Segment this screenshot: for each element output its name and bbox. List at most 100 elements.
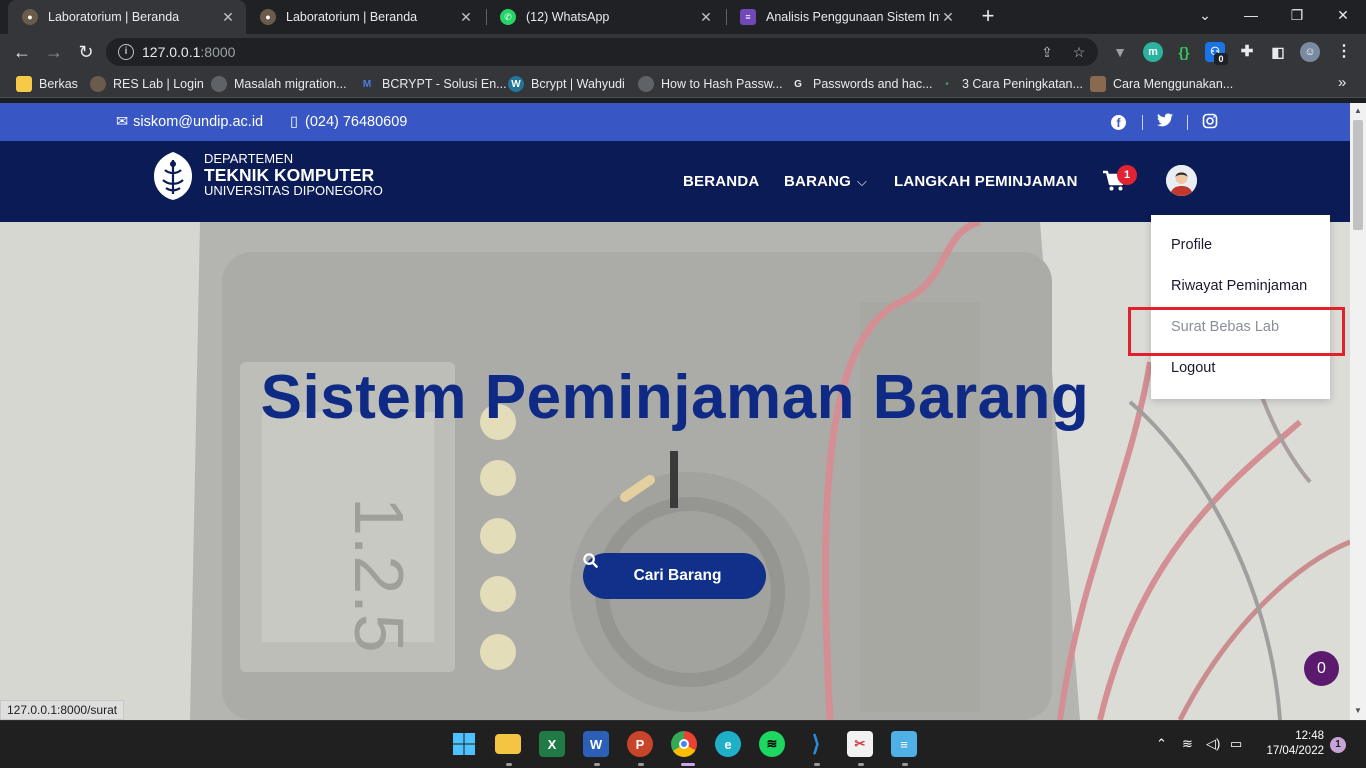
vscode-icon[interactable]: ⟩ [803, 731, 829, 757]
close-tab-icon[interactable]: ✕ [458, 9, 474, 26]
twitter-icon[interactable] [1156, 113, 1174, 131]
menu-item-profile[interactable]: Profile [1171, 237, 1212, 253]
more-bookmarks-chevron[interactable]: » [1338, 74, 1346, 91]
bookmark-label: 3 Cara Peningkatan... [962, 77, 1083, 91]
browser-toolbar: ← → ↻ i 127.0.0.1:8000 ⇪ ☆ ▼ m {} ⚇ 0 ✚ … [0, 34, 1366, 70]
bookmark-passwords-hac[interactable]: G Passwords and hac... [790, 76, 933, 92]
globe-icon [638, 76, 654, 92]
menu-item-riwayat-peminjaman[interactable]: Riwayat Peminjaman [1171, 278, 1307, 294]
link-status-bubble: 127.0.0.1:8000/surat [0, 700, 125, 720]
powerpoint-icon[interactable]: P [627, 731, 653, 757]
search-items-button[interactable]: Cari Barang [583, 553, 766, 599]
restore-button[interactable]: ❐ [1274, 0, 1320, 30]
new-tab-button[interactable]: + [976, 4, 1000, 28]
tab-analisis[interactable]: ≡ Analisis Penggunaan Sistem Infra ✕ [726, 0, 966, 34]
running-app-indicator [638, 763, 644, 766]
clock-time: 12:48 [1295, 730, 1324, 742]
running-app-indicator [594, 763, 600, 766]
spotify-icon[interactable]: ≋ [759, 731, 785, 757]
url-text: 127.0.0.1:8000 [142, 44, 235, 60]
close-window-button[interactable]: ✕ [1320, 0, 1366, 30]
file-explorer-icon[interactable] [495, 734, 521, 754]
nav-beranda[interactable]: BERANDA [683, 173, 759, 190]
bookmark-masalah-migration[interactable]: Masalah migration... [211, 76, 347, 92]
snipping-tool-icon[interactable]: ✂ [847, 731, 873, 757]
phone-contact[interactable]: ▯ (024) 76480609 [290, 114, 407, 130]
close-tab-icon[interactable]: ✕ [940, 9, 956, 26]
bookmark-label: RES Lab | Login [113, 77, 204, 91]
tray-overflow-chevron-icon[interactable]: ⌃ [1156, 736, 1167, 752]
social-divider [1142, 115, 1143, 130]
menu-kebab-icon[interactable]: ⋮ [1334, 42, 1354, 62]
bookmark-3-cara[interactable]: • 3 Cara Peningkatan... [939, 76, 1083, 92]
hero-title: Sistem Peminjaman Barang [260, 363, 1090, 432]
excel-icon[interactable]: X [539, 731, 565, 757]
bookmark-bcrypt-solusi[interactable]: M BCRYPT - Solusi En... [359, 76, 507, 92]
scroll-down-arrow-icon[interactable]: ▼ [1354, 707, 1362, 715]
bookmark-label: How to Hash Passw... [661, 77, 783, 91]
menu-item-logout[interactable]: Logout [1171, 360, 1215, 376]
social-divider [1187, 115, 1188, 130]
page-scrollbar[interactable]: ▲ ▼ [1350, 103, 1366, 720]
scroll-up-arrow-icon[interactable]: ▲ [1354, 107, 1362, 115]
notepad-icon[interactable]: ≡ [891, 731, 917, 757]
reload-icon[interactable]: ↻ [74, 40, 98, 64]
edge-icon[interactable]: e [715, 731, 741, 757]
forward-arrow-icon[interactable]: → [42, 40, 66, 64]
wordpress-icon: W [508, 76, 524, 92]
vue-devtools-icon[interactable]: ▼ [1110, 42, 1130, 62]
share-icon[interactable]: ⇪ [1038, 43, 1056, 61]
profile-avatar-icon[interactable]: ☺ [1300, 42, 1320, 62]
chrome-icon[interactable] [671, 731, 697, 757]
running-app-indicator [814, 763, 820, 766]
bookmark-star-icon[interactable]: ☆ [1070, 43, 1088, 61]
back-arrow-icon[interactable]: ← [10, 40, 34, 64]
extension-m-icon[interactable]: m [1143, 42, 1163, 62]
search-button-label: Cari Barang [633, 567, 722, 584]
notification-count-badge[interactable]: 1 [1330, 737, 1346, 753]
wifi-icon[interactable]: ≋ [1182, 736, 1193, 752]
email-contact[interactable]: ✉ siskom@undip.ac.id [116, 114, 263, 130]
bookmark-label: Passwords and hac... [813, 77, 933, 91]
address-bar[interactable]: i 127.0.0.1:8000 ⇪ ☆ [106, 38, 1098, 66]
bookmark-cara-menggunakan[interactable]: Cara Menggunakan... [1090, 76, 1233, 92]
battery-icon[interactable]: ▭ [1230, 736, 1242, 752]
system-clock[interactable]: 12:48 17/04/2022 [1262, 729, 1324, 759]
windows-start-icon[interactable] [451, 731, 477, 757]
undip-logo-icon[interactable] [152, 150, 194, 202]
close-tab-icon[interactable]: ✕ [220, 9, 236, 26]
site-thumbnail-icon [1090, 76, 1106, 92]
bookmark-label: Bcrypt | Wahyudi [531, 77, 625, 91]
bookmark-res-lab[interactable]: RES Lab | Login [90, 76, 204, 92]
scrollbar-thumb[interactable] [1353, 120, 1363, 230]
running-app-indicator [902, 763, 908, 766]
url-host: 127.0.0.1 [142, 44, 201, 60]
json-extension-icon[interactable]: {} [1174, 42, 1194, 62]
bookmarks-bar: Berkas RES Lab | Login Masalah migration… [0, 70, 1366, 98]
side-panel-icon[interactable]: ◧ [1268, 42, 1288, 62]
tab-search-chevron-icon[interactable]: ⌄ [1182, 0, 1228, 30]
main-navbar: DEPARTEMEN TEKNIK KOMPUTER UNIVERSITAS D… [0, 141, 1350, 222]
chat-count-bubble[interactable]: 0 [1304, 651, 1339, 686]
running-app-indicator [506, 763, 512, 766]
site-g-icon: G [794, 78, 802, 90]
forms-icon: ≡ [740, 9, 756, 25]
facebook-icon[interactable]: f [1111, 115, 1126, 130]
bookmark-how-to-hash[interactable]: How to Hash Passw... [638, 76, 783, 92]
nav-barang[interactable]: BARANG ⌵ [784, 173, 867, 190]
user-avatar[interactable] [1166, 165, 1197, 196]
minimize-button[interactable]: — [1228, 0, 1274, 30]
nav-langkah-peminjaman[interactable]: LANGKAH PEMINJAMAN [894, 173, 1078, 190]
speaker-icon[interactable]: ◁) [1206, 736, 1220, 752]
bookmark-bcrypt-wahyudi[interactable]: W Bcrypt | Wahyudi [508, 76, 625, 92]
tab-whatsapp[interactable]: ✆ (12) WhatsApp ✕ [486, 0, 724, 34]
department-logo-text[interactable]: DEPARTEMEN TEKNIK KOMPUTER UNIVERSITAS D… [204, 152, 383, 198]
word-icon[interactable]: W [583, 731, 609, 757]
bookmark-berkas[interactable]: Berkas [16, 76, 78, 92]
extensions-puzzle-icon[interactable]: ✚ [1237, 42, 1257, 62]
close-tab-icon[interactable]: ✕ [698, 9, 714, 26]
instagram-icon[interactable] [1201, 113, 1219, 131]
tab-laboratorium-beranda-1[interactable]: ● Laboratorium | Beranda ✕ [8, 0, 246, 34]
site-info-icon[interactable]: i [118, 44, 134, 60]
tab-laboratorium-beranda-2[interactable]: ● Laboratorium | Beranda ✕ [246, 0, 484, 34]
